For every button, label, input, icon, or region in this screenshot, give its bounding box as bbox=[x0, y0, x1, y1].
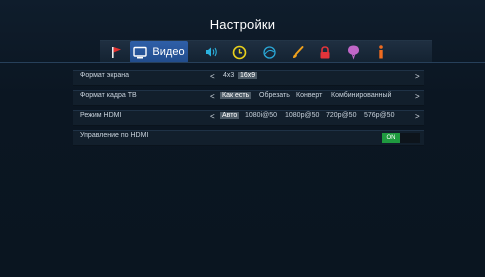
title-bar: Настройки bbox=[0, 0, 485, 40]
tab-video[interactable]: Видео bbox=[130, 41, 188, 63]
tab-clock[interactable] bbox=[228, 41, 250, 63]
row-label: Режим HDMI bbox=[80, 112, 122, 119]
option-crop[interactable]: Обрезать bbox=[257, 92, 292, 99]
row-tv-frame-format[interactable]: Формат кадра ТВ < Как есть Обрезать Конв… bbox=[73, 90, 424, 106]
chevron-right-icon[interactable]: > bbox=[415, 92, 420, 101]
page-title: Настройки bbox=[209, 17, 276, 32]
tab-lock[interactable] bbox=[314, 41, 336, 63]
tab-balloon[interactable] bbox=[342, 41, 364, 63]
chevron-left-icon[interactable]: < bbox=[210, 112, 215, 121]
tab-info[interactable] bbox=[370, 41, 392, 63]
row-hdmi-control[interactable]: Управление по HDMI ON bbox=[73, 130, 424, 146]
brush-icon bbox=[292, 45, 303, 58]
option-envelope[interactable]: Конверт bbox=[294, 92, 324, 99]
satellite-icon bbox=[262, 45, 276, 59]
row-hdmi-mode[interactable]: Режим HDMI < Авто 1080i@50 1080p@50 720p… bbox=[73, 110, 424, 126]
option-576p50[interactable]: 576p@50 bbox=[362, 112, 396, 119]
option-16x9[interactable]: 16x9 bbox=[238, 72, 258, 79]
chevron-left-icon[interactable]: < bbox=[210, 72, 215, 81]
toggle-on-label: ON bbox=[382, 133, 400, 143]
tab-flag[interactable] bbox=[105, 41, 127, 63]
settings-tab-bar: Видео bbox=[100, 40, 432, 63]
chevron-right-icon[interactable]: > bbox=[415, 72, 420, 81]
header-divider bbox=[0, 62, 485, 63]
tab-satellite[interactable] bbox=[258, 41, 280, 63]
option-720p50[interactable]: 720p@50 bbox=[324, 112, 358, 119]
option-auto[interactable]: Авто bbox=[220, 112, 240, 119]
row-label: Формат экрана bbox=[80, 72, 129, 79]
row-label: Формат кадра ТВ bbox=[80, 92, 137, 99]
tab-brush[interactable] bbox=[286, 41, 308, 63]
flag-icon bbox=[112, 47, 121, 58]
chevron-right-icon[interactable]: > bbox=[415, 112, 420, 121]
sound-icon bbox=[206, 47, 217, 57]
balloon-icon bbox=[347, 45, 359, 60]
clock-icon bbox=[232, 45, 246, 59]
tab-sound[interactable] bbox=[201, 41, 223, 63]
option-4x3[interactable]: 4x3 bbox=[221, 72, 236, 79]
row-screen-format[interactable]: Формат экрана < 4x3 16x9 > bbox=[73, 70, 424, 86]
row-label: Управление по HDMI bbox=[80, 132, 149, 139]
option-combined[interactable]: Комбинированный bbox=[329, 92, 393, 99]
option-as-is[interactable]: Как есть bbox=[220, 92, 252, 99]
hdmi-control-toggle[interactable]: ON bbox=[382, 133, 420, 143]
option-1080i50[interactable]: 1080i@50 bbox=[243, 112, 279, 119]
chevron-left-icon[interactable]: < bbox=[210, 92, 215, 101]
monitor-icon bbox=[133, 46, 148, 58]
info-icon bbox=[379, 45, 383, 59]
option-1080p50[interactable]: 1080p@50 bbox=[283, 112, 321, 119]
tab-video-label: Видео bbox=[152, 46, 185, 58]
lock-icon bbox=[320, 45, 330, 58]
